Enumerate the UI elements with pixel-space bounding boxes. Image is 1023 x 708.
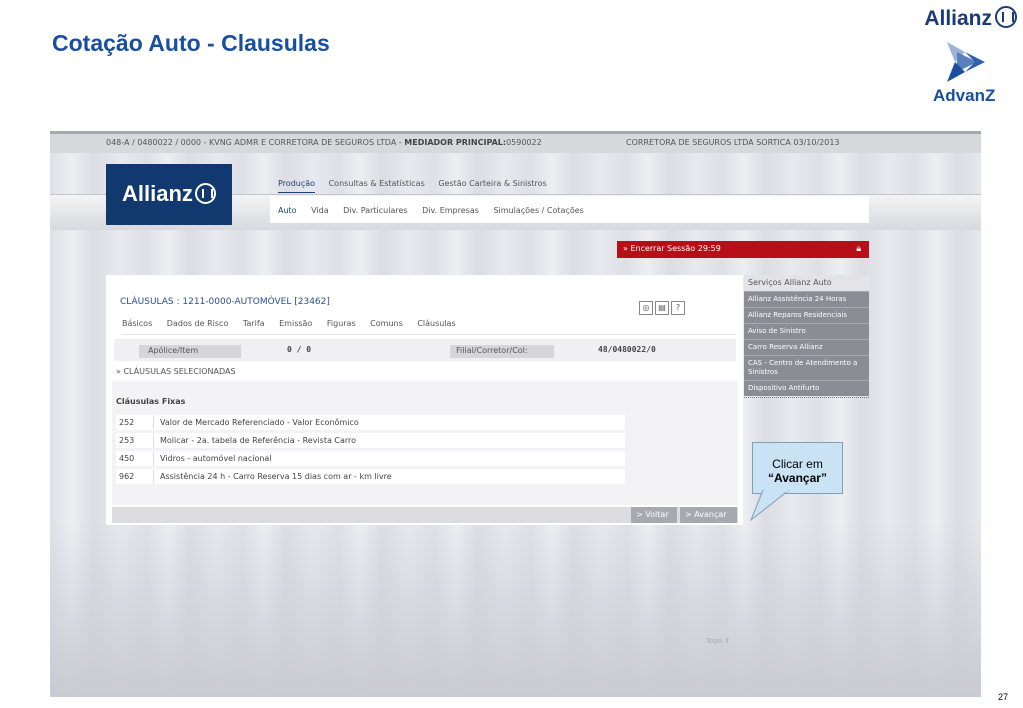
services-menu: Serviços Allianz Auto Allianz Assistênci…	[744, 275, 869, 398]
print-icon[interactable]: ▤	[655, 301, 669, 315]
menu-item-cas[interactable]: CAS - Centro de Atendimento a Sinistros	[744, 355, 869, 380]
nav-auto[interactable]: Auto	[278, 206, 297, 215]
policy-info-row: Apólice/Item 0 / 0 Filial/Corretor/Col: …	[114, 339, 736, 361]
slide-title: Cotação Auto - Clausulas	[52, 30, 330, 56]
callout-line1: Clicar em	[772, 457, 823, 471]
panel-footer: > Voltar > Avançar	[112, 507, 738, 523]
table-row: 253 Molicar - 2a. tabela de Referência -…	[116, 433, 625, 448]
callout-line2: “Avançar”	[768, 471, 827, 485]
callout-annotation: Clicar em “Avançar”	[752, 442, 843, 494]
globe-icon[interactable]: ◎	[639, 301, 653, 315]
callout-pointer	[749, 490, 789, 522]
selected-clauses-toggle[interactable]: » CLÁUSULAS SELECIONADAS	[116, 367, 236, 376]
clause-code: 252	[119, 418, 135, 427]
filial-label: Filial/Corretor/Col:	[450, 345, 554, 358]
nav-vida[interactable]: Vida	[311, 206, 329, 215]
next-button[interactable]: > Avançar	[680, 507, 737, 523]
nav-consultas[interactable]: Consultas & Estatísticas	[329, 179, 425, 188]
account-info-bar: 048-A / 0480022 / 0000 - KVNG ADMR E COR…	[50, 131, 981, 153]
apolice-label: Apólice/Item	[139, 345, 241, 358]
nav-gestao[interactable]: Gestão Carteira & Sinistros	[438, 179, 546, 188]
panel-title: CLÁUSULAS : 1211-0000-AUTOMÓVEL [23462]	[120, 297, 330, 307]
tab-tarifa[interactable]: Tarifa	[243, 319, 265, 328]
tab-dados-de-risco[interactable]: Dados de Risco	[167, 319, 229, 328]
table-row: 252 Valor de Mercado Referenciado - Valo…	[116, 415, 625, 430]
allianz-eagle-icon	[995, 6, 1017, 28]
services-menu-title: Serviços Allianz Auto	[744, 275, 869, 291]
back-to-top-link[interactable]: Topo ⇑	[706, 637, 730, 645]
apolice-value: 0 / 0	[287, 345, 312, 354]
tab-figuras[interactable]: Figuras	[327, 319, 356, 328]
clause-desc: Valor de Mercado Referenciado - Valor Ec…	[160, 418, 359, 427]
broker-date-info: CORRETORA DE SEGUROS LTDA SORTICA 03/10/…	[626, 138, 840, 147]
primary-nav: Produção Consultas & Estatísticas Gestão…	[278, 179, 558, 193]
menu-item-reparos[interactable]: Allianz Reparos Residenciais	[744, 307, 869, 323]
clause-desc: Vidros - automóvel nacional	[160, 454, 272, 463]
clauses-box: Cláusulas Fixas 252 Valor de Mercado Ref…	[112, 381, 738, 505]
clause-desc: Assistência 24 h - Carro Reserva 15 dias…	[160, 472, 392, 481]
panel-tools: ◎ ▤?	[639, 297, 687, 315]
menu-item-carro-reserva[interactable]: Carro Reserva Allianz	[744, 339, 869, 355]
app-logo[interactable]: Allianz	[106, 164, 232, 225]
nav-div-empresas[interactable]: Div. Empresas	[422, 206, 479, 215]
nav-producao[interactable]: Produção	[278, 179, 316, 193]
allianz-wordmark: Allianz	[924, 6, 1017, 31]
help-icon[interactable]: ?	[671, 301, 685, 315]
panel-tabs: Básicos Dados de Risco Tarifa Emissão Fi…	[122, 319, 736, 335]
page-number: 27	[998, 692, 1009, 702]
back-button[interactable]: > Voltar	[631, 507, 677, 523]
fixed-clauses-caption: Cláusulas Fixas	[116, 397, 186, 406]
clause-code: 962	[119, 472, 135, 481]
table-row: 450 Vidros - automóvel nacional	[116, 451, 625, 466]
advanz-wordmark: AdvanZ	[933, 86, 996, 105]
app-screenshot: 048-A / 0480022 / 0000 - KVNG ADMR E COR…	[50, 131, 981, 697]
clause-desc: Molicar - 2a. tabela de Referência - Rev…	[160, 436, 357, 445]
menu-item-antifurto[interactable]: Dispositivo Antifurto	[744, 380, 869, 396]
clause-code: 253	[119, 436, 135, 445]
tab-comuns[interactable]: Comuns	[370, 319, 403, 328]
tab-basicos[interactable]: Básicos	[122, 319, 152, 328]
menu-item-assistencia[interactable]: Allianz Assistência 24 Horas	[744, 291, 869, 307]
background-fade	[50, 521, 981, 697]
menu-item-aviso-sinistro[interactable]: Aviso de Sinistro	[744, 323, 869, 339]
divider	[744, 396, 869, 398]
filial-value: 48/0480022/0	[598, 345, 656, 354]
end-session-button[interactable]: » Encerrar Sessão 29:59 🔒︎	[617, 241, 869, 258]
lock-icon: 🔒︎	[856, 244, 861, 254]
nav-simulacoes[interactable]: Simulações / Cotações	[493, 206, 583, 215]
clauses-panel: CLÁUSULAS : 1211-0000-AUTOMÓVEL [23462] …	[106, 275, 743, 525]
allianz-eagle-icon	[194, 183, 216, 204]
secondary-nav: Auto Vida Div. Particulares Div. Empresa…	[270, 196, 869, 223]
clause-code: 450	[119, 454, 135, 463]
brand-logo: Allianz AdvanZ	[905, 4, 1017, 108]
tab-clausulas[interactable]: Cláusulas	[417, 319, 455, 328]
tab-emissao[interactable]: Emissão	[279, 319, 312, 328]
advanz-arrow-icon	[947, 42, 985, 82]
nav-div-particulares[interactable]: Div. Particulares	[343, 206, 407, 215]
table-row: 962 Assistência 24 h - Carro Reserva 15 …	[116, 469, 625, 484]
